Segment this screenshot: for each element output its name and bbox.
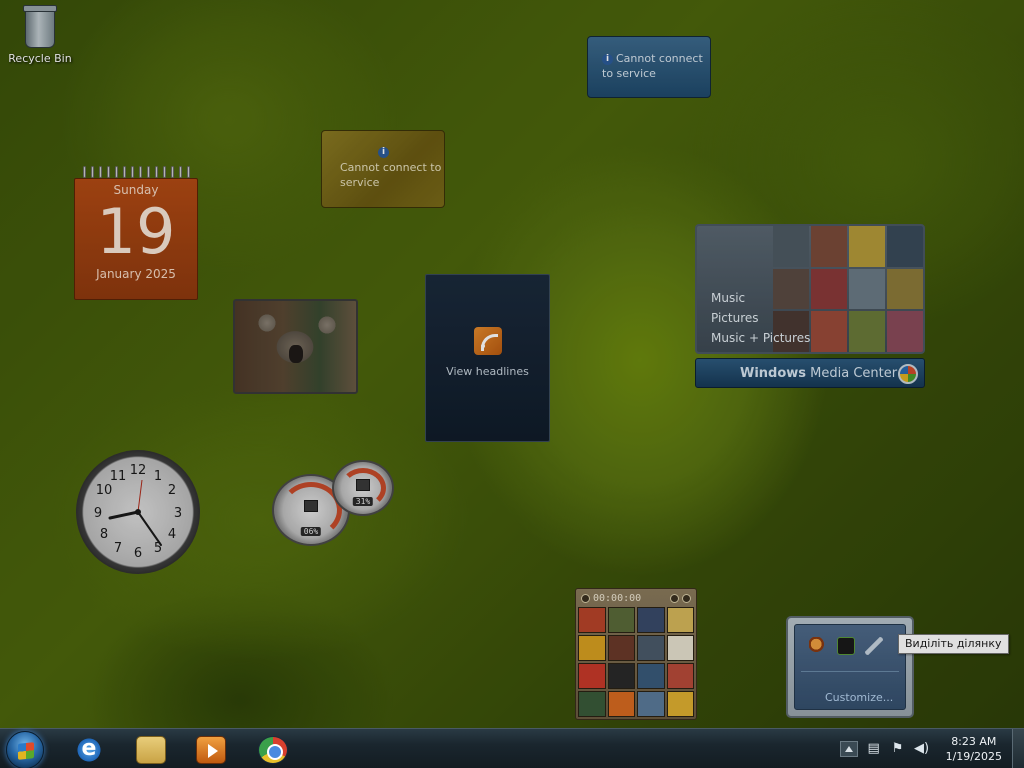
puzzle-timer: 00:00:00 bbox=[593, 592, 642, 604]
media-player-icon bbox=[196, 736, 226, 764]
windows-logo-icon bbox=[898, 364, 918, 384]
customize-link[interactable]: Customize... bbox=[825, 691, 893, 704]
svg-text:2: 2 bbox=[168, 483, 176, 498]
currency-error-message: Cannot connect to service bbox=[340, 161, 442, 189]
svg-text:7: 7 bbox=[114, 541, 122, 556]
weather-gadget[interactable]: i Cannot connect to service bbox=[587, 36, 711, 98]
svg-text:12: 12 bbox=[130, 463, 147, 478]
taskbar-windows-explorer[interactable] bbox=[124, 733, 178, 767]
magnifier-icon[interactable] bbox=[809, 637, 827, 655]
taskbar-clock[interactable]: 8:23 AM 1/19/2025 bbox=[938, 734, 1012, 764]
calendar-page: Sunday 19 January 2025 bbox=[74, 178, 198, 300]
media-center-gadget[interactable]: Music Pictures Music + Pictures bbox=[695, 224, 925, 354]
gadget-picker-panel: Customize... bbox=[794, 624, 906, 710]
action-center-flag-icon[interactable]: ⚑ bbox=[890, 741, 906, 757]
clock-face-icon: 12 12 345 678 91011 bbox=[94, 463, 182, 561]
recycle-bin-desktop-icon[interactable]: Recycle Bin bbox=[8, 5, 72, 65]
feed-headlines-gadget[interactable]: View headlines bbox=[425, 274, 550, 442]
show-hidden-icons-button[interactable] bbox=[839, 741, 858, 757]
svg-text:6: 6 bbox=[134, 546, 142, 561]
puzzle-timer-icon[interactable] bbox=[581, 593, 590, 603]
puzzle-board[interactable] bbox=[578, 607, 694, 717]
recycle-bin-label: Recycle Bin bbox=[8, 52, 72, 65]
media-center-launch-bar[interactable]: Windows Media Center bbox=[695, 358, 925, 388]
svg-text:10: 10 bbox=[96, 483, 113, 498]
calendar-month-year: January 2025 bbox=[96, 267, 176, 281]
media-item-music[interactable]: Music bbox=[711, 288, 810, 308]
media-center-brand-strong: Windows bbox=[740, 366, 807, 381]
weather-error-message: Cannot connect to service bbox=[602, 52, 703, 80]
gadget-picker[interactable]: Customize... bbox=[786, 616, 914, 718]
media-menu: Music Pictures Music + Pictures bbox=[711, 288, 810, 348]
info-icon: i bbox=[378, 147, 389, 158]
clock-gadget[interactable]: 12 1 2 345 678 9 10 11 bbox=[76, 450, 200, 574]
taskbar-chrome[interactable] bbox=[246, 733, 300, 767]
cpu-chip-icon bbox=[304, 499, 318, 512]
svg-text:3: 3 bbox=[174, 506, 182, 521]
picker-divider bbox=[801, 671, 899, 672]
media-item-music-pictures[interactable]: Music + Pictures bbox=[711, 328, 810, 348]
calendar-gadget[interactable]: Sunday 19 January 2025 bbox=[74, 166, 198, 300]
view-headlines-link[interactable]: View headlines bbox=[426, 365, 549, 378]
cpu-usage-value: 06% bbox=[300, 527, 322, 536]
clock-date: 1/19/2025 bbox=[945, 750, 1002, 763]
picture-puzzle-gadget[interactable]: 00:00:00 bbox=[575, 588, 697, 720]
start-button[interactable] bbox=[6, 731, 44, 768]
koala-photo bbox=[289, 345, 303, 363]
rss-feed-icon bbox=[473, 327, 502, 355]
media-center-brand-rest: Media Center bbox=[806, 366, 898, 381]
chrome-icon bbox=[258, 736, 288, 764]
puzzle-help-icon[interactable] bbox=[670, 593, 679, 603]
svg-text:4: 4 bbox=[168, 527, 176, 542]
network-icon[interactable]: ▤ bbox=[866, 741, 882, 757]
memory-usage-value: 31% bbox=[352, 497, 374, 506]
internet-explorer-icon bbox=[74, 736, 104, 764]
notification-area: ▤ ⚑ ◀) 8:23 AM 1/19/2025 bbox=[839, 729, 1024, 768]
volume-icon[interactable]: ◀) bbox=[914, 741, 930, 757]
show-desktop-button[interactable] bbox=[1012, 729, 1024, 768]
svg-text:1: 1 bbox=[154, 469, 162, 484]
calendar-binding-rings bbox=[74, 166, 198, 178]
folder-icon bbox=[136, 736, 166, 764]
slideshow-gadget[interactable] bbox=[233, 299, 358, 394]
snipping-tool-tooltip: Виділіть ділянку bbox=[898, 634, 1009, 654]
taskbar-internet-explorer[interactable] bbox=[62, 733, 116, 767]
media-item-pictures[interactable]: Pictures bbox=[711, 308, 810, 328]
taskbar-media-player[interactable] bbox=[184, 733, 238, 767]
snipping-tool-icon[interactable] bbox=[865, 637, 883, 655]
memory-meter-dial[interactable]: 31% bbox=[332, 460, 394, 516]
svg-text:9: 9 bbox=[94, 506, 102, 521]
recycle-bin-icon bbox=[23, 5, 57, 48]
calendar-day: 19 bbox=[96, 195, 176, 268]
nvidia-icon[interactable] bbox=[837, 637, 855, 655]
currency-gadget[interactable]: i Cannot connect to service bbox=[321, 130, 445, 208]
puzzle-solve-icon[interactable] bbox=[682, 593, 691, 603]
svg-text:8: 8 bbox=[100, 527, 108, 542]
taskbar: ▤ ⚑ ◀) 8:23 AM 1/19/2025 bbox=[0, 728, 1024, 768]
puzzle-header: 00:00:00 bbox=[578, 591, 694, 605]
memory-chip-icon bbox=[356, 478, 370, 491]
gadget-picker-icons bbox=[795, 625, 905, 655]
clock-time: 8:23 AM bbox=[951, 735, 997, 748]
info-icon: i bbox=[602, 53, 613, 65]
svg-text:11: 11 bbox=[110, 469, 127, 484]
